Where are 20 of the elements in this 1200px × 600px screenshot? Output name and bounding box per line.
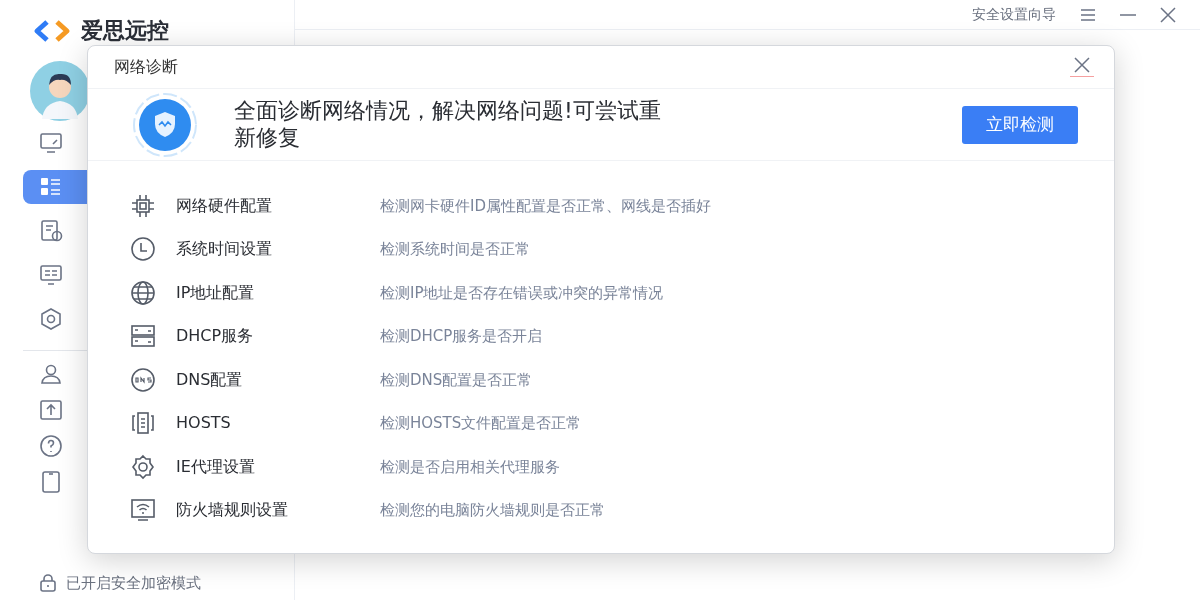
check-name: IP地址配置 bbox=[176, 281, 256, 304]
check-name: 防火墙规则设置 bbox=[176, 499, 289, 522]
check-description: 检测IP地址是否存在错误或冲突的异常情况 bbox=[380, 282, 664, 304]
security-status-text: 已开启安全加密模式 bbox=[66, 572, 201, 594]
check-description: 检测DHCP服务是否开启 bbox=[380, 326, 543, 347]
check-description: 检测您的电脑防火墙规则是否正常 bbox=[380, 500, 605, 521]
check-description: 检测DNS配置是否正常 bbox=[380, 369, 533, 391]
check-description: 检测网卡硬件ID属性配置是否正常、网线是否插好 bbox=[380, 195, 711, 217]
check-name: IE代理设置 bbox=[176, 455, 256, 478]
check-description: 检测HOSTS文件配置是否正常 bbox=[380, 413, 582, 434]
check-name: DNS配置 bbox=[176, 368, 244, 391]
check-name: 网络硬件配置 bbox=[176, 194, 273, 217]
check-name: HOSTS bbox=[176, 412, 232, 435]
check-description: 检测是否启用相关代理服务 bbox=[380, 456, 560, 478]
check-name: DHCP服务 bbox=[176, 325, 255, 348]
check-description: 检测系统时间是否正常 bbox=[380, 239, 530, 260]
dialog-title: 网络诊断 bbox=[114, 56, 178, 78]
banner-text: 全面诊断网络情况，解决网络问题!可尝试重新修复 bbox=[234, 98, 662, 151]
app-name: 爱思远控 bbox=[81, 17, 169, 45]
check-name: 系统时间设置 bbox=[176, 238, 273, 261]
